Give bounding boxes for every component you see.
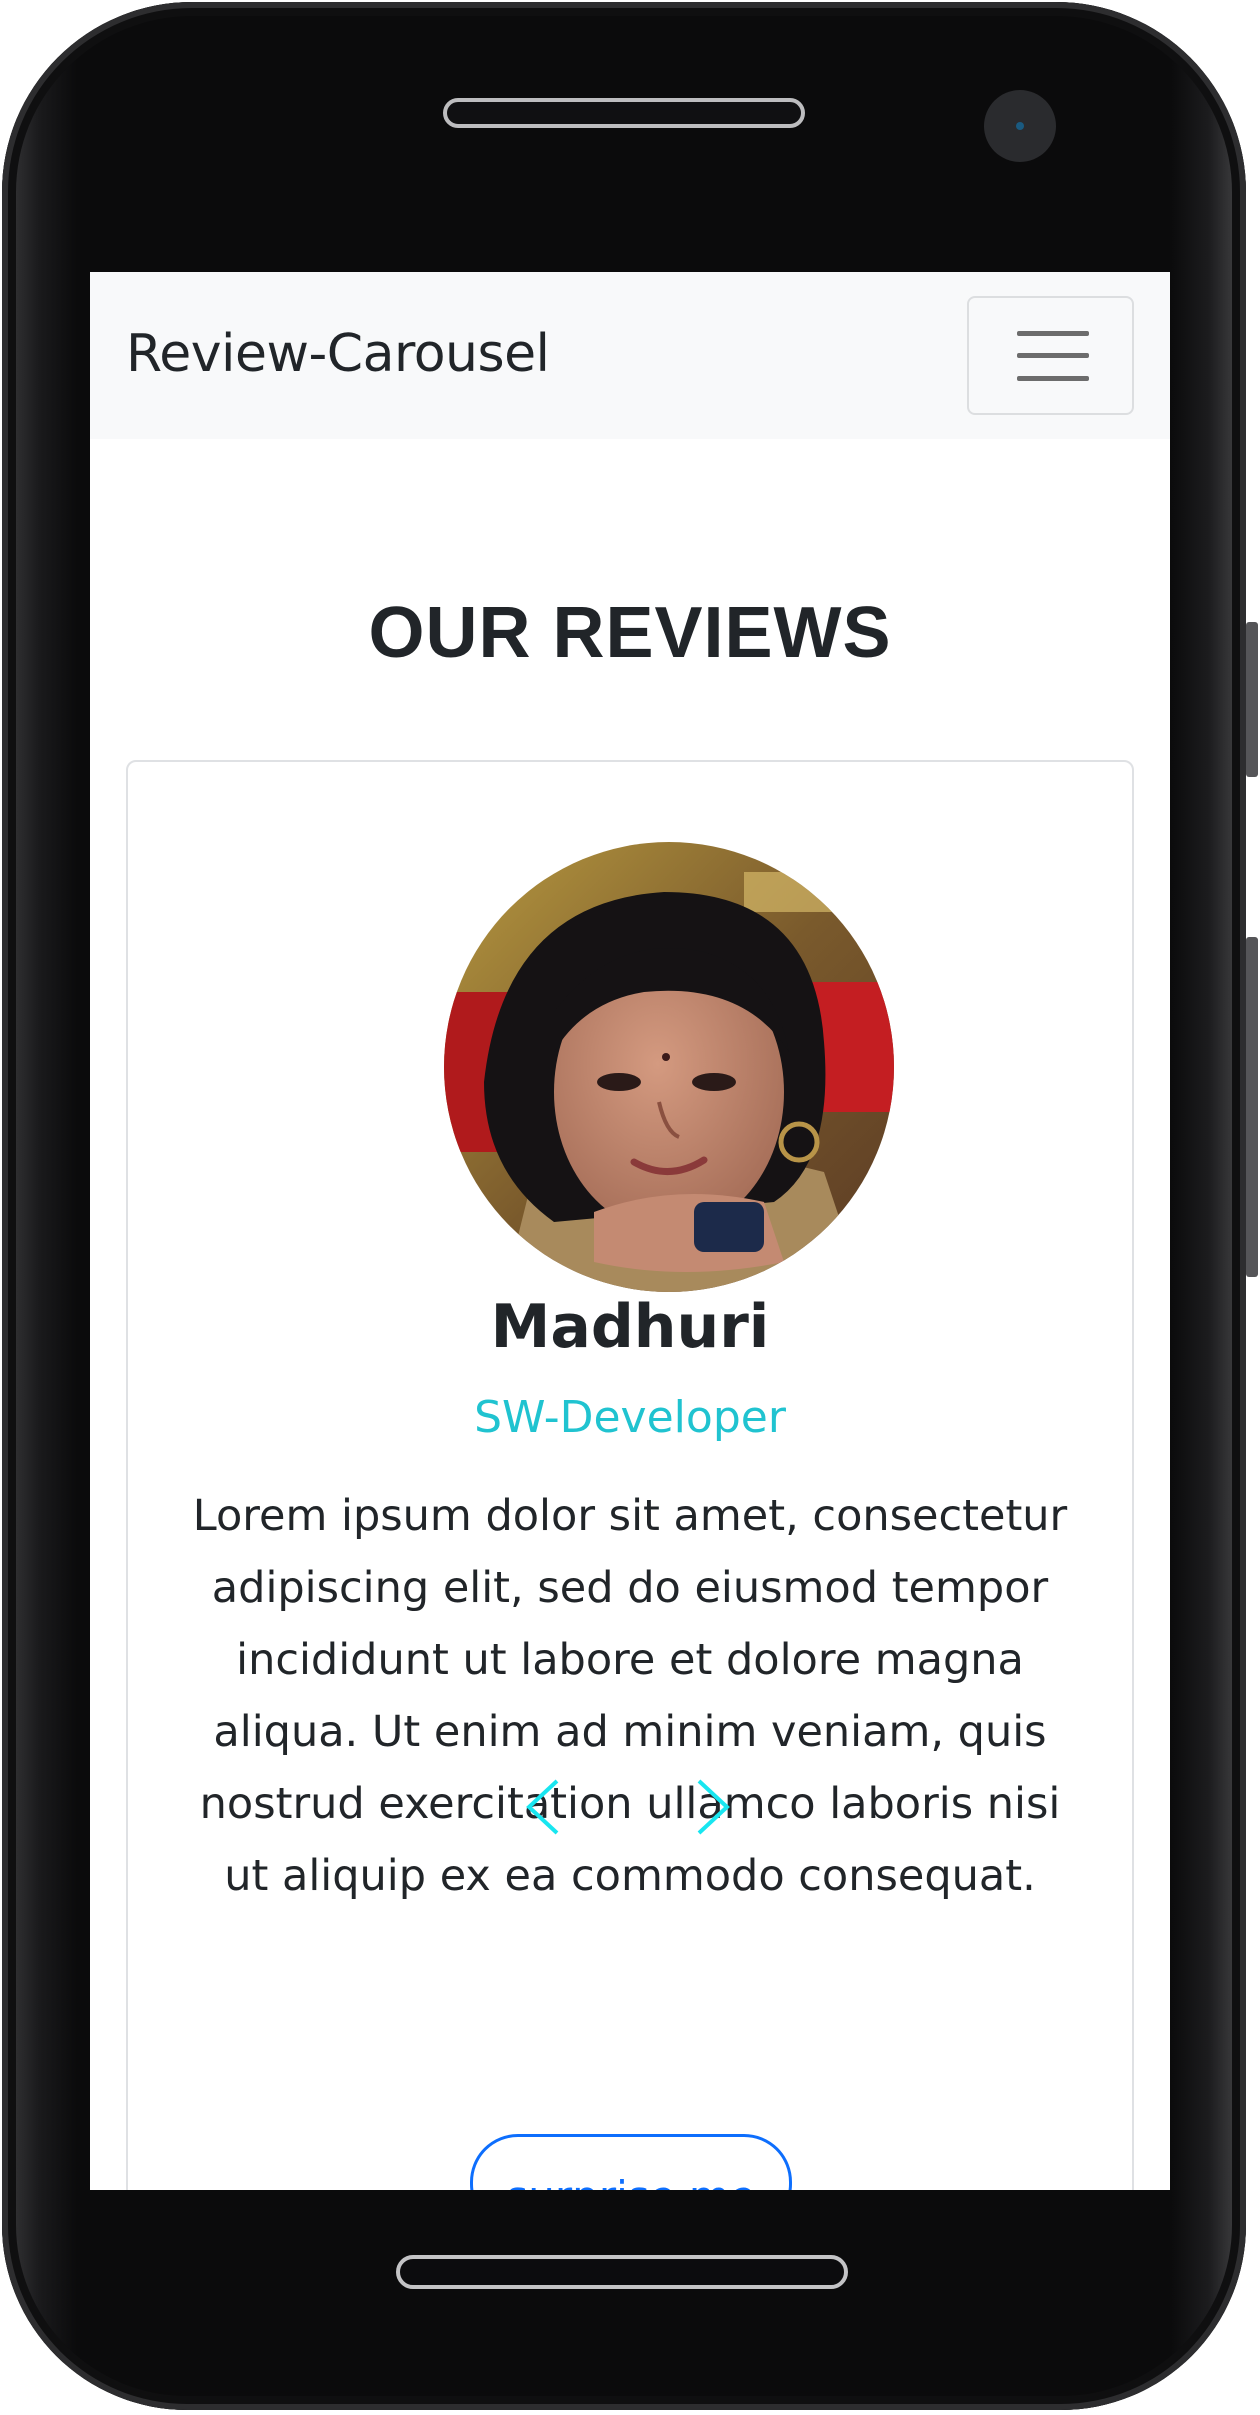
next-review-button[interactable] [678, 1772, 748, 1842]
volume-button [1246, 622, 1258, 777]
chevron-left-icon [526, 1779, 559, 1835]
front-camera [984, 90, 1056, 162]
review-card: Madhuri SW-Developer Lorem ipsum dolor s… [126, 760, 1134, 2190]
page-title: OUR REVIEWS [368, 593, 892, 673]
prev-review-button[interactable] [508, 1772, 578, 1842]
bottom-speaker [396, 2255, 848, 2289]
power-button [1246, 937, 1258, 1277]
reviewer-job: SW-Developer [474, 1392, 786, 1443]
reviewer-name: Madhuri [490, 1292, 770, 1362]
chevron-right-icon [697, 1779, 730, 1835]
reviewer-avatar [444, 842, 894, 1292]
navbar: Review-Carousel [90, 272, 1170, 439]
review-text: Lorem ipsum dolor sit amet, consectetur … [192, 1491, 1068, 1901]
earpiece-speaker [443, 98, 805, 128]
navbar-toggler-button[interactable] [967, 296, 1134, 415]
surprise-me-button[interactable]: surprise me [470, 2134, 792, 2190]
navbar-brand[interactable]: Review-Carousel [126, 324, 550, 384]
phone-screen: Review-Carousel OUR REVIEWS Madhuri SW-D… [90, 272, 1170, 2190]
